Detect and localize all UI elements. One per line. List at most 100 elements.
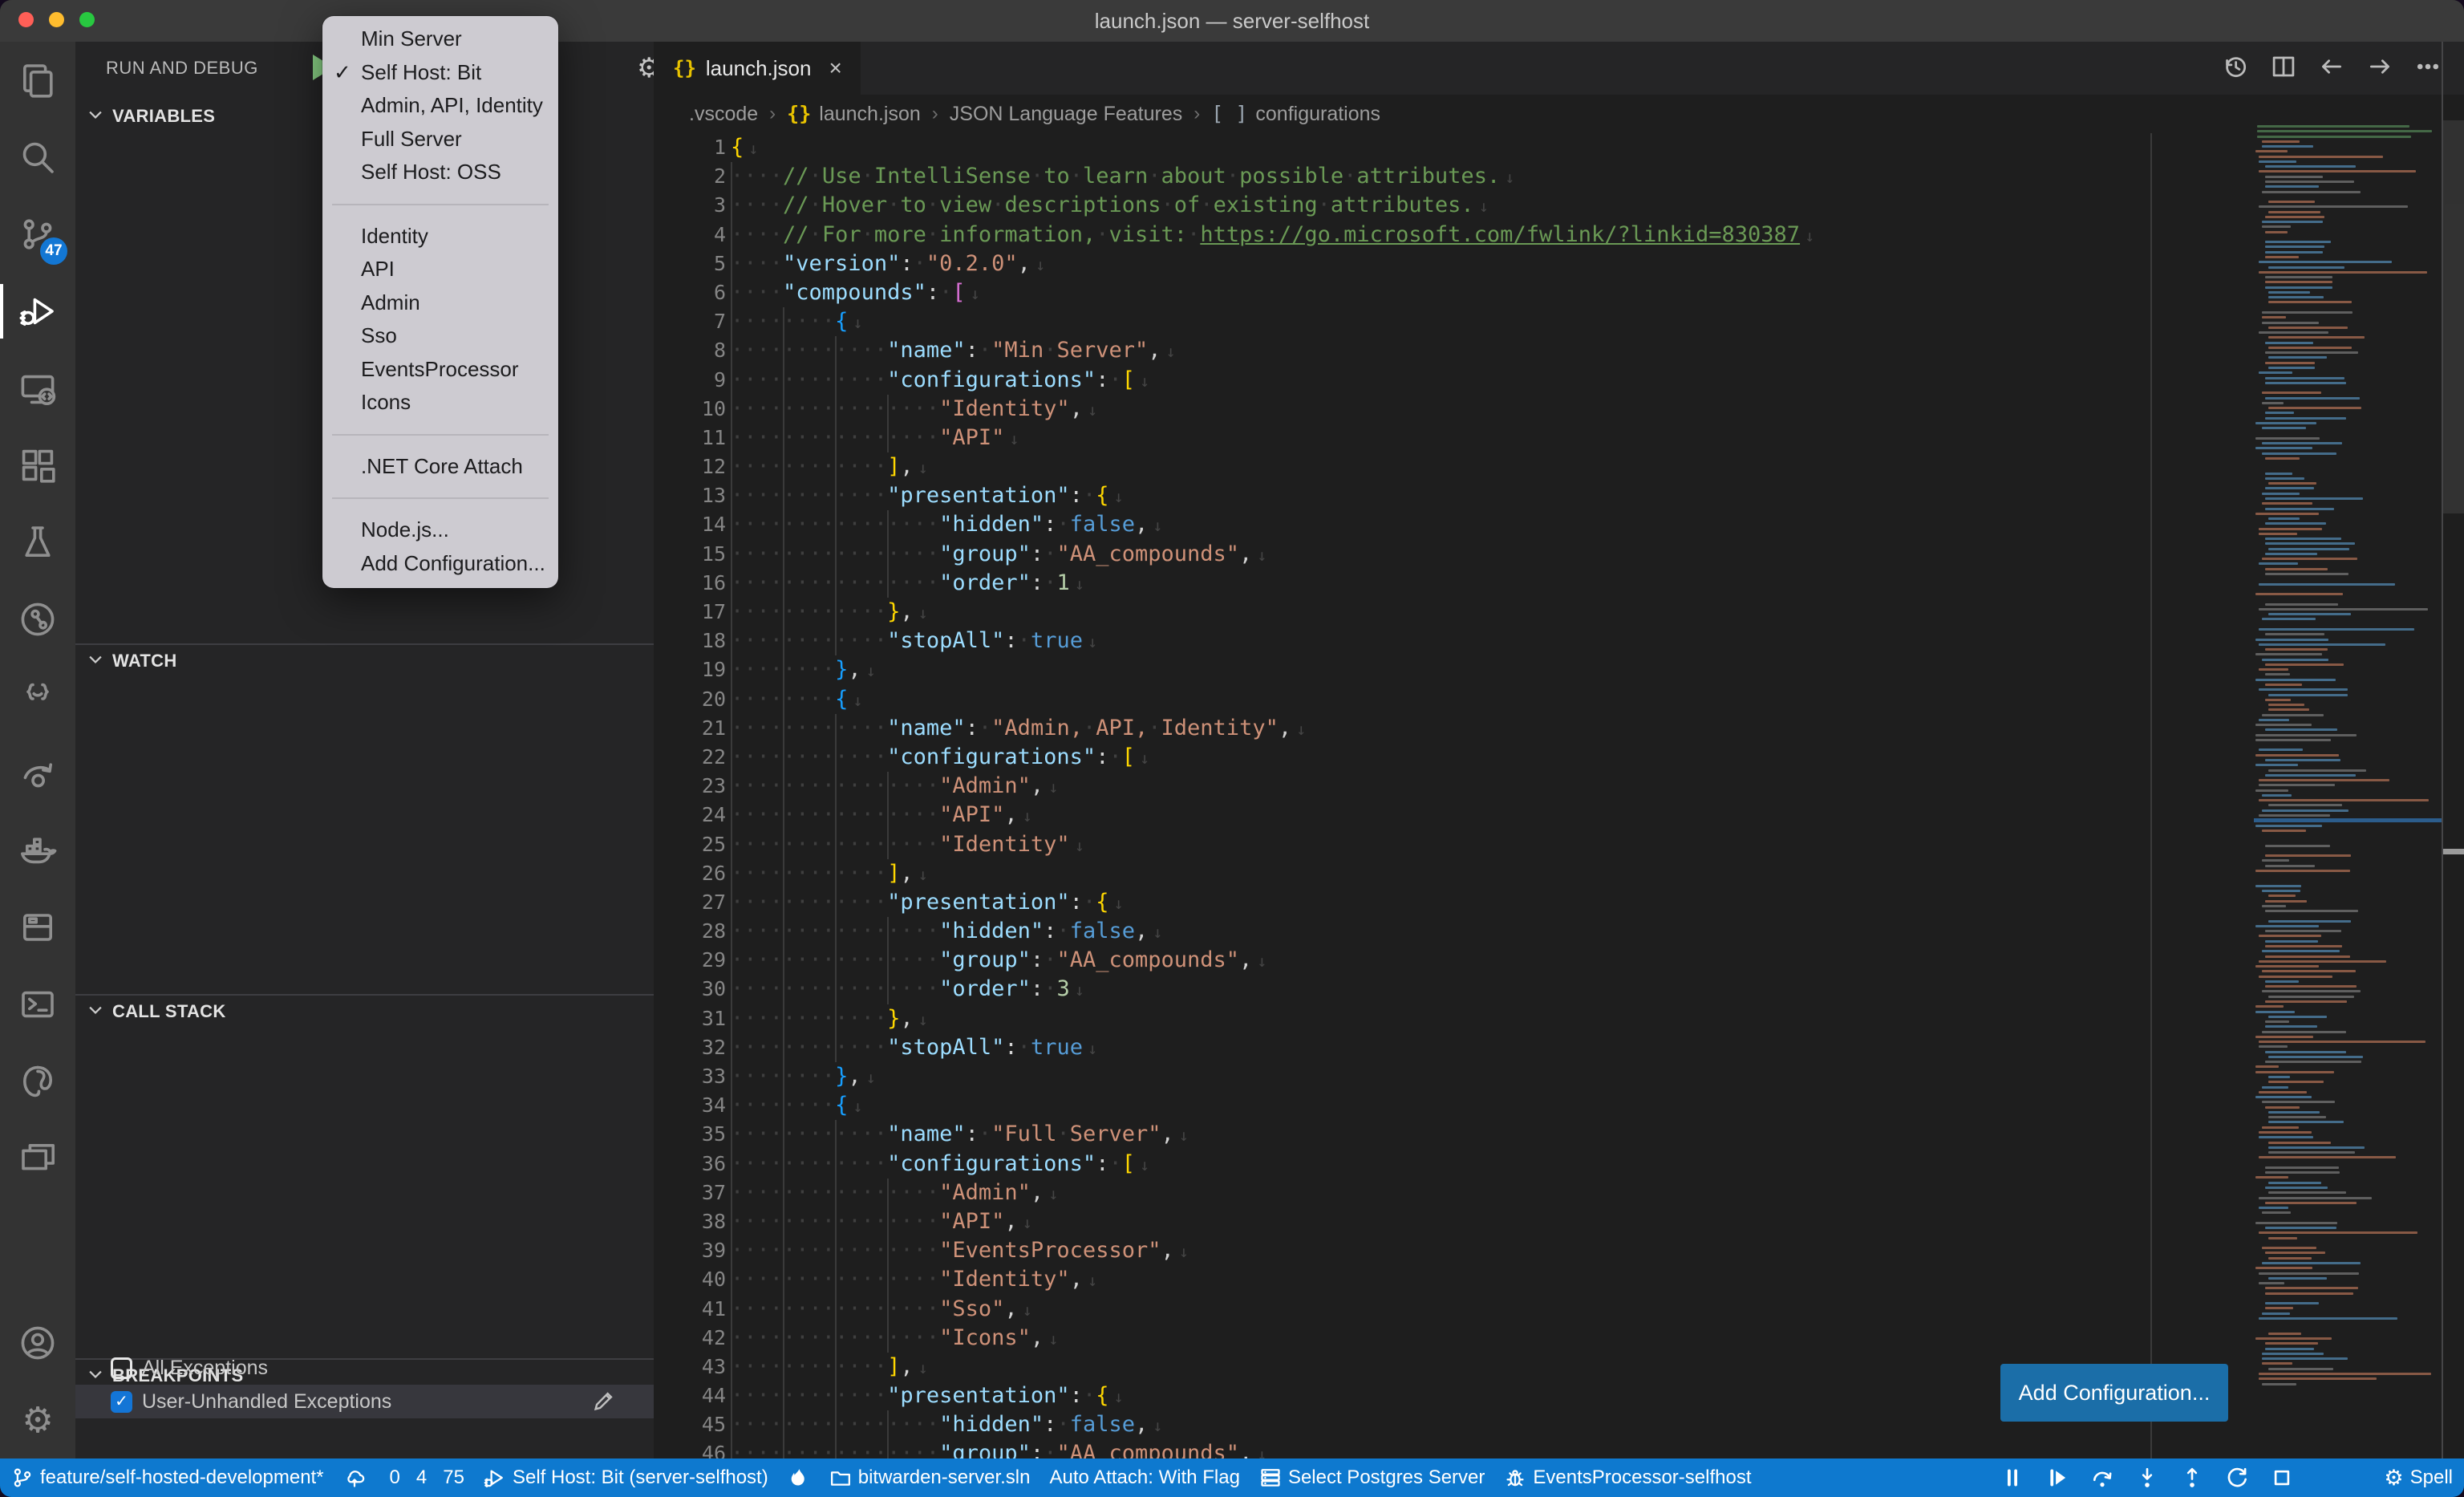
breakpoint-row[interactable]: All Exceptions <box>75 1351 654 1385</box>
menu-item[interactable]: .NET Core Attach <box>322 450 558 484</box>
more-actions-icon[interactable] <box>2414 53 2442 84</box>
line-number: 13 <box>654 481 731 510</box>
edit-pencil-icon[interactable] <box>591 1389 615 1419</box>
navigate-forward-icon[interactable] <box>2366 53 2393 84</box>
line-number: 8 <box>654 336 731 365</box>
code-line: 5····"version":·"0.2.0",↓ <box>654 250 2464 278</box>
archive-box-icon[interactable] <box>0 889 75 966</box>
line-number: 24 <box>654 801 731 830</box>
add-configuration-button[interactable]: Add Configuration... <box>2000 1364 2228 1422</box>
status-publish-changes[interactable] <box>343 1467 366 1489</box>
gear-icon: ⚙ <box>2384 1466 2403 1491</box>
checkbox-checked[interactable]: ✓ <box>111 1391 132 1413</box>
line-number: 22 <box>654 743 731 772</box>
window-layers-icon[interactable] <box>0 1120 75 1197</box>
line-number: 33 <box>654 1062 731 1091</box>
braces-face-icon[interactable] <box>0 658 75 735</box>
breakpoint-row[interactable]: ✓User-Unhandled Exceptions <box>75 1385 654 1418</box>
line-number: 1 <box>654 133 731 162</box>
breadcrumb-item[interactable]: .vscode <box>689 103 758 126</box>
status-git-branch[interactable]: feature/self-hosted-development* <box>11 1467 324 1489</box>
search-icon[interactable] <box>0 119 75 196</box>
code-editor[interactable]: 1{↓2····//·Use·IntelliSense·to·learn·abo… <box>654 133 2464 1458</box>
postgresql-icon[interactable] <box>0 1043 75 1120</box>
menu-item[interactable]: Min Server <box>322 22 558 56</box>
bug-icon <box>1504 1467 1526 1489</box>
source-control-icon[interactable]: 47 <box>0 196 75 273</box>
menu-item[interactable]: Add Configuration... <box>322 547 558 581</box>
step-out-icon[interactable] <box>2180 1466 2204 1490</box>
restart-icon[interactable] <box>2225 1466 2249 1490</box>
vertical-scrollbar[interactable] <box>2443 120 2464 513</box>
navigate-back-icon[interactable] <box>2318 53 2345 84</box>
remote-explorer-icon[interactable] <box>0 350 75 427</box>
split-editor-icon[interactable] <box>2270 53 2297 84</box>
line-number: 32 <box>654 1033 731 1062</box>
spell-checker-status[interactable]: ⚙ Spell <box>2384 1466 2453 1491</box>
code-line: 22············"configurations":·[↓ <box>654 743 2464 772</box>
code-line: 3····//·Hover·to·view·descriptions·of·ex… <box>654 191 2464 220</box>
testing-icon[interactable] <box>0 504 75 581</box>
code-line: 9············"configurations":·[↓ <box>654 366 2464 395</box>
breakpoint-label: All Exceptions <box>142 1357 268 1380</box>
menu-item[interactable]: EventsProcessor <box>322 353 558 387</box>
menu-item[interactable]: Node.js... <box>322 513 558 547</box>
status-debug-configuration[interactable]: EventsProcessor-selfhost <box>1504 1467 1751 1489</box>
line-number: 17 <box>654 598 731 627</box>
status-problems[interactable]: 0475 <box>385 1467 464 1489</box>
gitlens-icon[interactable] <box>0 581 75 658</box>
code-line: 16················"order":·1↓ <box>654 569 2464 598</box>
menu-separator <box>332 204 549 205</box>
timeline-icon[interactable] <box>2222 53 2249 84</box>
step-into-icon[interactable] <box>2135 1466 2159 1490</box>
status-debug-target[interactable]: Self Host: Bit (server-selfhost) <box>484 1467 768 1489</box>
continue-icon[interactable] <box>2045 1466 2069 1490</box>
code-line: 8············"name":·"Min·Server",↓ <box>654 336 2464 365</box>
menu-item[interactable]: Icons <box>322 386 558 420</box>
menu-item[interactable]: Sso <box>322 319 558 353</box>
breadcrumb-item[interactable]: JSON Language Features <box>950 103 1182 126</box>
code-line: 2····//·Use·IntelliSense·to·learn·about·… <box>654 162 2464 191</box>
breadcrumb-separator: › <box>769 103 776 125</box>
menu-item[interactable]: Full Server <box>322 123 558 156</box>
code-line: 30················"order":·3↓ <box>654 975 2464 1004</box>
menu-item[interactable]: Identity <box>322 220 558 254</box>
docker-icon[interactable] <box>0 812 75 889</box>
line-number: 23 <box>654 772 731 801</box>
explorer-icon[interactable] <box>0 42 75 119</box>
section-watch[interactable]: WATCH <box>75 643 654 677</box>
extensions-icon[interactable] <box>0 427 75 504</box>
status-flame[interactable] <box>788 1467 810 1489</box>
menu-item[interactable]: Admin <box>322 286 558 320</box>
line-number: 45 <box>654 1410 731 1439</box>
step-over-icon[interactable] <box>2090 1466 2114 1490</box>
run-and-debug-icon[interactable] <box>0 273 75 350</box>
line-number: 34 <box>654 1091 731 1120</box>
menu-item[interactable]: Admin, API, Identity <box>322 89 558 123</box>
menu-item[interactable]: Self Host: OSS <box>322 156 558 189</box>
code-line: 4····//·For·more·information,·visit:·htt… <box>654 221 2464 250</box>
pause-icon[interactable] <box>2000 1466 2024 1490</box>
minimap[interactable] <box>2254 125 2442 1458</box>
accounts-icon[interactable] <box>0 1304 75 1381</box>
status-postgres-server[interactable]: Select Postgres Server <box>1259 1467 1485 1489</box>
menu-item[interactable]: API <box>322 253 558 286</box>
status-auto-attach[interactable]: Auto Attach: With Flag <box>1049 1467 1239 1489</box>
breadcrumb-item[interactable]: {}launch.json <box>787 102 921 126</box>
close-tab-icon[interactable]: × <box>829 55 841 81</box>
section-call-stack[interactable]: CALL STACK <box>75 994 654 1028</box>
tab-launch-json[interactable]: {} launch.json × <box>654 42 861 95</box>
editor-area[interactable]: {} launch.json × .vscode›{}launch.json›J… <box>654 42 2464 1458</box>
debug-controls <box>2000 1466 2294 1490</box>
live-share-icon[interactable] <box>0 735 75 812</box>
code-line: 20········{↓ <box>654 685 2464 714</box>
checkbox-unchecked[interactable] <box>111 1357 132 1379</box>
menu-item[interactable]: ✓Self Host: Bit <box>322 56 558 90</box>
status-solution[interactable]: bitwarden-server.sln <box>829 1467 1031 1489</box>
line-number: 36 <box>654 1150 731 1179</box>
powershell-icon[interactable] <box>0 966 75 1043</box>
breadcrumb-item[interactable]: [ ]configurations <box>1211 102 1380 126</box>
line-number: 9 <box>654 366 731 395</box>
settings-icon[interactable]: ⚙ <box>0 1381 75 1458</box>
stop-icon[interactable] <box>2270 1466 2294 1490</box>
